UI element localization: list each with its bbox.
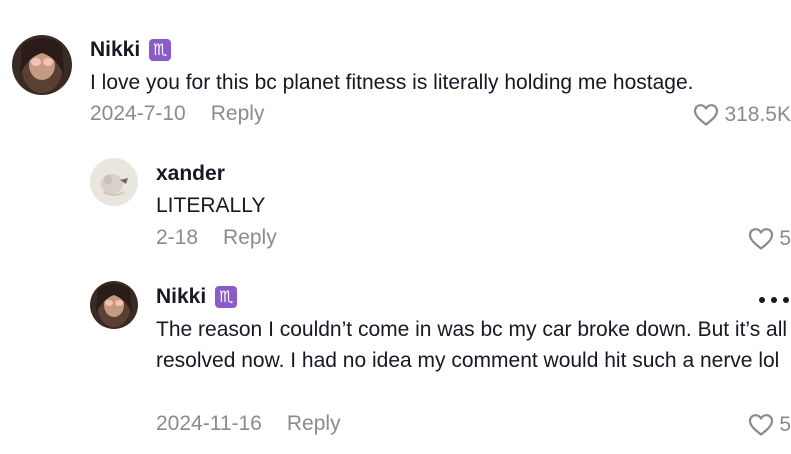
heart-outline-icon [694, 104, 719, 126]
comment-meta: 2024-11-16 Reply [156, 412, 341, 436]
scorpio-icon: ♏ [149, 39, 172, 61]
dot [771, 297, 777, 303]
comment-date: 2-18 [156, 226, 199, 249]
like-count: 5 [779, 227, 791, 250]
reply-button[interactable]: Reply [211, 102, 265, 126]
username[interactable]: Nikki ♏ [156, 285, 238, 309]
reply-button[interactable]: Reply [287, 412, 341, 436]
avatar[interactable] [90, 158, 138, 206]
avatar[interactable] [90, 281, 138, 329]
username-text: xander [156, 162, 225, 185]
reply-button[interactable]: Reply [223, 226, 277, 250]
like-button[interactable]: 5 [748, 227, 791, 251]
comment-text: I love you for this bc planet fitness is… [90, 71, 694, 94]
reply-item: Nikki ♏ The reason I couldn’t come in wa… [0, 270, 791, 454]
like-count: 318.5K [724, 103, 791, 126]
comment-date: 2024-7-10 [90, 102, 186, 125]
heart-outline-icon [749, 228, 774, 250]
dot [759, 297, 765, 303]
avatar[interactable] [12, 35, 72, 95]
reply-item: xander LITERALLY 2-18 Reply 5 [0, 140, 791, 270]
comment-meta: 2-18 Reply [156, 226, 277, 250]
username[interactable]: xander [156, 162, 225, 186]
heart-outline-icon [749, 414, 774, 436]
like-button[interactable]: 5 [748, 413, 791, 437]
like-button[interactable]: 318.5K [693, 103, 791, 127]
comment-text: The reason I couldn’t come in was bc my … [156, 318, 788, 372]
username-text: Nikki [90, 38, 141, 61]
comment-item: Nikki ♏ I love you for this bc planet fi… [0, 0, 791, 140]
username[interactable]: Nikki ♏ [90, 38, 172, 62]
like-count: 5 [779, 413, 791, 436]
comment-date: 2024-11-16 [156, 412, 262, 435]
dot [783, 297, 789, 303]
username-text: Nikki [156, 285, 207, 308]
more-options-icon[interactable] [759, 295, 789, 305]
comment-meta: 2024-7-10 Reply [90, 102, 264, 126]
scorpio-icon: ♏ [215, 286, 238, 308]
comment-text: LITERALLY [156, 194, 266, 217]
